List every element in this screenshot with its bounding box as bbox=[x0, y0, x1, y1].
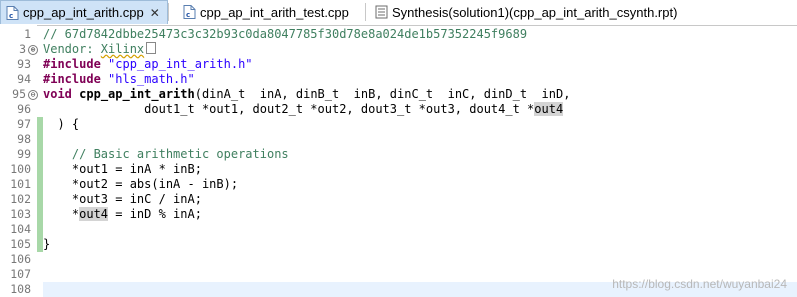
code-line: 105 } bbox=[0, 237, 797, 252]
code-text: void cpp_ap_int_arith(dinA_t inA, dinB_t… bbox=[43, 87, 570, 102]
line-number: 104 bbox=[10, 222, 31, 236]
line-number: 1 bbox=[24, 27, 31, 41]
tab-divider bbox=[365, 3, 366, 21]
tab-label: Synthesis(solution1)(cpp_ap_int_arith_cs… bbox=[392, 4, 678, 20]
code-line: 104 bbox=[0, 222, 797, 237]
highlighted-occurrence: out4 bbox=[534, 102, 564, 116]
change-bar bbox=[37, 132, 43, 147]
code-text: *out2 = abs(inA - inB); bbox=[43, 177, 239, 191]
code-line: 97 ) { bbox=[0, 117, 797, 132]
line-number: 97 bbox=[17, 117, 31, 131]
code-text: *out4 = inD % inA; bbox=[43, 207, 202, 222]
line-number: 93 bbox=[17, 57, 31, 71]
line-number: 103 bbox=[10, 207, 31, 221]
code-keyword: #include bbox=[43, 72, 101, 86]
c-source-file-icon: c bbox=[183, 5, 196, 19]
code-text: (dinA_t inA, dinB_t inB, dinC_t inC, din… bbox=[194, 87, 571, 101]
line-number: 94 bbox=[17, 72, 31, 86]
code-text: #include "hls_math.h" bbox=[43, 72, 195, 87]
code-text: = inD % inA; bbox=[108, 207, 202, 221]
line-number: 95 bbox=[12, 87, 26, 101]
svg-text:c: c bbox=[186, 11, 190, 19]
code-line: 106 bbox=[0, 252, 797, 267]
code-text: *out3 = inC / inA; bbox=[43, 192, 202, 206]
fold-collapse-icon[interactable]: ⊖ bbox=[28, 90, 38, 100]
code-keyword: void bbox=[43, 87, 72, 101]
watermark: https://blog.csdn.net/wuyanbai24 bbox=[612, 277, 787, 291]
highlighted-occurrence: out4 bbox=[79, 207, 109, 221]
line-number: 108 bbox=[10, 282, 31, 296]
function-name: cpp_ap_int_arith bbox=[79, 87, 195, 101]
code-text: } bbox=[43, 237, 51, 251]
code-text: dout1_t *out1, dout2_t *out2, dout3_t *o… bbox=[43, 102, 535, 116]
code-comment: // 67d7842dbbe25473c3c32b93c0da8047785f3… bbox=[43, 27, 528, 41]
code-line: 100 *out1 = inA * inB; bbox=[0, 162, 797, 177]
c-source-file-icon: c bbox=[6, 5, 19, 20]
change-bar bbox=[37, 222, 43, 237]
line-number: 98 bbox=[17, 132, 31, 146]
code-line: 94 #include "hls_math.h" bbox=[0, 72, 797, 87]
tab-divider bbox=[168, 3, 169, 21]
fold-expand-icon[interactable]: ⊕ bbox=[28, 45, 38, 55]
code-keyword: #include bbox=[43, 57, 101, 71]
code-text: * bbox=[43, 207, 80, 221]
code-line: 93 #include "cpp_ap_int_arith.h" bbox=[0, 57, 797, 72]
code-text: Vendor: bbox=[43, 42, 101, 56]
code-line: 3 ⊕ Vendor: Xilinx bbox=[0, 42, 797, 57]
line-number: 105 bbox=[10, 237, 31, 251]
line-number: 106 bbox=[10, 252, 31, 266]
folded-region-icon[interactable] bbox=[146, 42, 157, 54]
code-line: 101 *out2 = abs(inA - inB); bbox=[0, 177, 797, 192]
line-number: 100 bbox=[10, 162, 31, 176]
code-line: 96 dout1_t *out1, dout2_t *out2, dout3_t… bbox=[0, 102, 797, 117]
code-string: "cpp_ap_int_arith.h" bbox=[108, 57, 253, 71]
code-line: 98 bbox=[0, 132, 797, 147]
code-comment: Vendor: Xilinx bbox=[43, 42, 157, 57]
line-number: 99 bbox=[17, 147, 31, 161]
code-text: ) { bbox=[43, 117, 80, 131]
tab-cpp-ap-int-arith[interactable]: c cpp_ap_int_arith.cpp ✕ bbox=[0, 0, 168, 24]
line-number: 96 bbox=[17, 102, 31, 116]
svg-text:c: c bbox=[9, 12, 13, 20]
code-line: 102 *out3 = inC / inA; bbox=[0, 192, 797, 207]
code-comment: // Basic arithmetic operations bbox=[43, 147, 289, 161]
line-number: 107 bbox=[10, 267, 31, 281]
report-file-icon bbox=[375, 5, 388, 19]
tab-synthesis-report[interactable]: Synthesis(solution1)(cpp_ap_int_arith_cs… bbox=[370, 0, 710, 24]
code-text: Xilinx bbox=[100, 42, 145, 56]
tab-cpp-ap-int-arith-test[interactable]: c cpp_ap_int_arith_test.cpp bbox=[178, 0, 358, 24]
tab-label: cpp_ap_int_arith_test.cpp bbox=[200, 4, 349, 20]
code-string: "hls_math.h" bbox=[108, 72, 195, 86]
line-number: 3 bbox=[19, 42, 26, 56]
code-line: 99 // Basic arithmetic operations bbox=[0, 147, 797, 162]
editor-tab-bar: c cpp_ap_int_arith.cpp ✕ c cpp_ap_int_ar… bbox=[0, 0, 797, 26]
code-line: 1 // 67d7842dbbe25473c3c32b93c0da8047785… bbox=[0, 27, 797, 42]
code-line: 103 *out4 = inD % inA; bbox=[0, 207, 797, 222]
tab-label: cpp_ap_int_arith.cpp bbox=[23, 5, 144, 20]
code-line: 95 ⊖ void cpp_ap_int_arith(dinA_t inA, d… bbox=[0, 87, 797, 102]
line-number: 102 bbox=[10, 192, 31, 206]
code-text: #include "cpp_ap_int_arith.h" bbox=[43, 57, 253, 72]
line-number: 101 bbox=[10, 177, 31, 191]
code-text: *out1 = inA * inB; bbox=[43, 162, 202, 176]
close-icon[interactable]: ✕ bbox=[150, 6, 160, 20]
code-text: dout1_t *out1, dout2_t *out2, dout3_t *o… bbox=[43, 102, 564, 117]
code-editor[interactable]: 1 // 67d7842dbbe25473c3c32b93c0da8047785… bbox=[0, 25, 797, 297]
